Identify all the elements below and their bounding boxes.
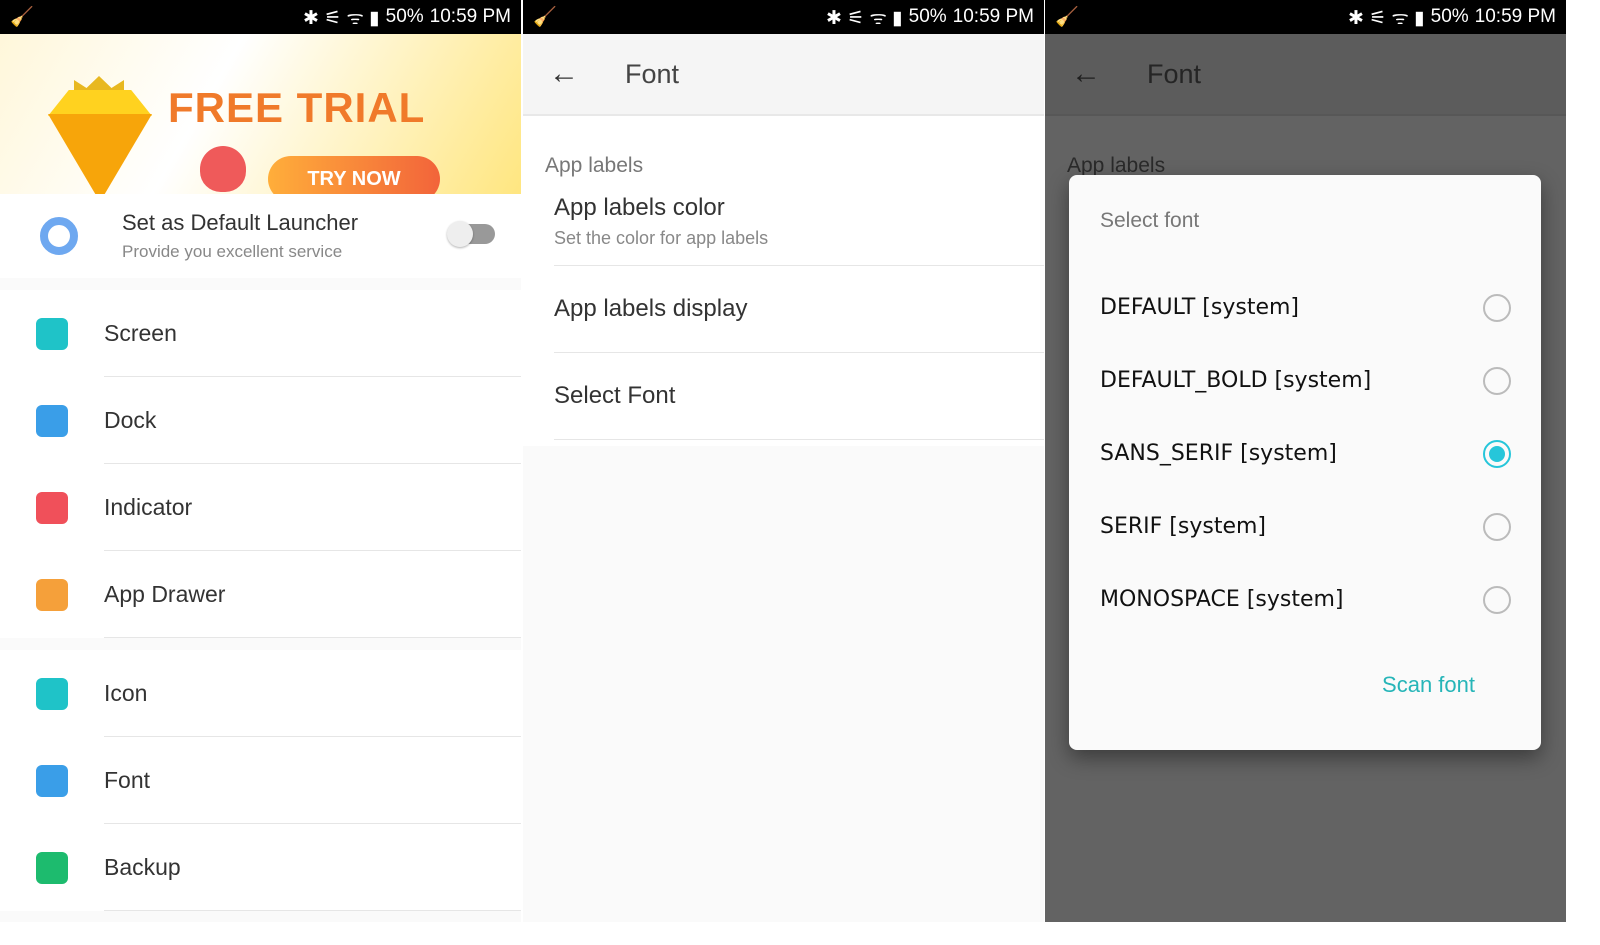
radio-button[interactable]: [1483, 585, 1511, 614]
clock: 10:59 PM: [429, 6, 511, 27]
default-launcher-title: Set as Default Launcher: [122, 210, 359, 235]
mascot-icon: [200, 146, 246, 192]
select-font-panel: 🧹 ✱ ⚟ ᯤ ▮ 50% 10:59 PM ← Font App labels Sel…: [1045, 0, 1566, 922]
default-launcher-row[interactable]: Set as Default Launcher Provide you excel…: [0, 194, 521, 278]
radio-button[interactable]: [1483, 512, 1511, 541]
toolbar: ← Font: [523, 34, 1044, 116]
settings-item-backup[interactable]: Backup: [0, 824, 521, 911]
default-launcher-subtitle: Provide you excellent service: [122, 242, 343, 261]
back-arrow-icon[interactable]: ←: [1071, 57, 1111, 91]
dock-icon: [36, 404, 68, 437]
clock: 10:59 PM: [952, 6, 1034, 27]
radio-button[interactable]: [1483, 293, 1511, 322]
status-icons: ✱ ⚟ ᯤ ▮: [826, 8, 903, 29]
default-launcher-toggle[interactable]: [447, 221, 495, 247]
app-labels-display-item[interactable]: App labels display: [554, 266, 1044, 353]
item-label: Font: [104, 767, 151, 793]
clock: 10:59 PM: [1474, 6, 1556, 27]
item-subtitle: Set the color for app labels: [554, 228, 769, 248]
item-label: Screen: [104, 320, 177, 346]
scan-font-button[interactable]: Scan font: [1382, 672, 1475, 698]
item-label: Icon: [104, 680, 148, 706]
item-label: Backup: [104, 854, 181, 880]
status-bar: 🧹 ✱ ⚟ ᯤ ▮ 50% 10:59 PM: [523, 0, 1044, 34]
settings-group-2: Icon Font Backup: [0, 650, 521, 911]
radio-button[interactable]: [1483, 439, 1511, 468]
settings-group-1: Screen Dock Indicator App Drawer: [0, 290, 521, 638]
select-font-item[interactable]: Select Font: [554, 353, 1044, 440]
gear-icon: [40, 217, 78, 255]
battery-level: 50%: [385, 6, 424, 27]
dialog-title: Select font: [1100, 209, 1200, 232]
font-option[interactable]: SERIF [system]: [1069, 490, 1541, 563]
battery-level: 50%: [1430, 6, 1469, 27]
item-title: App labels display: [554, 295, 748, 322]
status-icons: ✱ ⚟ ᯤ ▮: [1348, 8, 1425, 29]
radio-button[interactable]: [1483, 366, 1511, 395]
status-bar: 🧹 ✱ ⚟ ᯤ ▮ 50% 10:59 PM: [1045, 0, 1566, 34]
font-option-label: MONOSPACE [system]: [1100, 587, 1344, 612]
font-option-label: SERIF [system]: [1100, 514, 1266, 539]
diamond-icon: [48, 90, 152, 116]
item-label: App Drawer: [104, 581, 226, 607]
select-font-dialog: Select font DEFAULT [system] DEFAULT_BOLD…: [1069, 175, 1541, 750]
page-title: Font: [1147, 58, 1202, 89]
toolbar: ← Font: [1045, 34, 1566, 116]
app-labels-color-item[interactable]: App labels color Set the color for app la…: [554, 178, 1044, 266]
app-drawer-icon: [36, 578, 68, 611]
font-option-label: DEFAULT [system]: [1100, 295, 1299, 320]
settings-item-font[interactable]: Font: [0, 737, 521, 824]
settings-item-app-drawer[interactable]: App Drawer: [0, 551, 521, 638]
status-icons: ✱ ⚟ ᯤ ▮: [303, 8, 380, 29]
settings-item-icon[interactable]: Icon: [0, 650, 521, 737]
font-option-label: SANS_SERIF [system]: [1100, 441, 1337, 466]
cleaner-icon: 🧹: [1055, 7, 1079, 28]
settings-panel: 🧹 ✱ ⚟ ᯤ ▮ 50% 10:59 PM FREE TRIAL TRY NOW S…: [0, 0, 521, 922]
status-bar: 🧹 ✱ ⚟ ᯤ ▮ 50% 10:59 PM: [0, 0, 521, 34]
banner-title: FREE TRIAL: [168, 84, 426, 131]
indicator-icon: [36, 491, 68, 524]
font-option-label: DEFAULT_BOLD [system]: [1100, 368, 1372, 393]
battery-level: 50%: [908, 6, 947, 27]
font-option[interactable]: DEFAULT_BOLD [system]: [1069, 344, 1541, 417]
font-option[interactable]: MONOSPACE [system]: [1069, 563, 1541, 636]
item-label: Indicator: [104, 494, 193, 520]
font-settings-panel: 🧹 ✱ ⚟ ᯤ ▮ 50% 10:59 PM ← Font App labels App…: [523, 0, 1044, 922]
settings-item-dock[interactable]: Dock: [0, 377, 521, 464]
item-title: Select Font: [554, 382, 676, 409]
screen-icon: [36, 317, 68, 350]
font-icon: [36, 764, 68, 797]
cleaner-icon: 🧹: [10, 7, 34, 28]
settings-item-indicator[interactable]: Indicator: [0, 464, 521, 551]
font-option[interactable]: SANS_SERIF [system]: [1069, 417, 1541, 490]
settings-item-screen[interactable]: Screen: [0, 290, 521, 377]
section-header: App labels: [545, 154, 644, 177]
cleaner-icon: 🧹: [533, 7, 557, 28]
section-header: App labels: [1067, 154, 1166, 177]
item-label: Dock: [104, 407, 157, 433]
free-trial-banner[interactable]: FREE TRIAL TRY NOW: [0, 34, 521, 202]
item-title: App labels color: [554, 194, 725, 221]
page-title: Font: [625, 58, 680, 89]
back-arrow-icon[interactable]: ←: [549, 57, 589, 91]
icon-icon: [36, 677, 68, 710]
font-option[interactable]: DEFAULT [system]: [1069, 271, 1541, 344]
backup-icon: [36, 851, 68, 884]
diamond-bottom: [48, 114, 152, 202]
